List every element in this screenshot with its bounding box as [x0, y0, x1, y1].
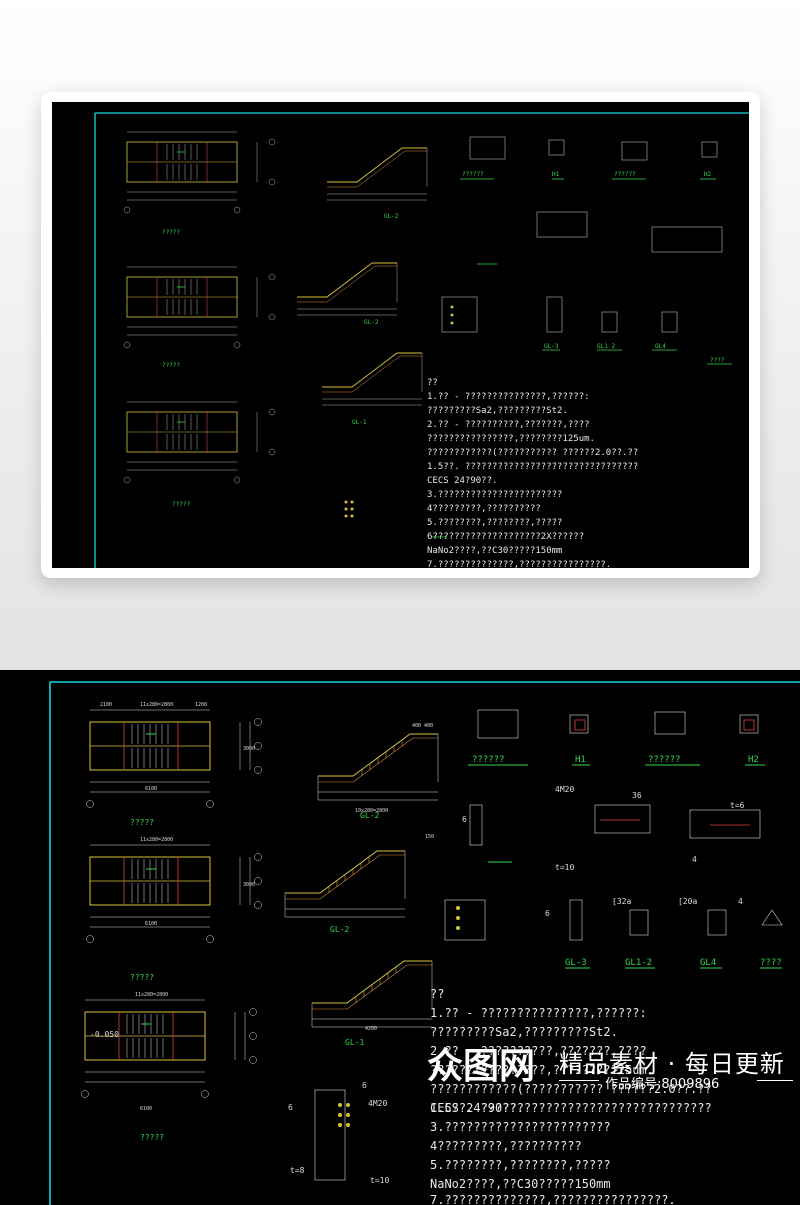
svg-text:6????????????????????2X??????: 6????????????????????2X??????: [427, 532, 584, 542]
dim-label: 3000: [243, 746, 255, 752]
bolt-label: 4M20: [555, 785, 574, 794]
svg-text:4?????????,??????????: 4?????????,??????????: [427, 504, 541, 514]
detail-outline: [689, 809, 761, 839]
detail-title: H2: [748, 755, 759, 765]
stair-plan-2: [86, 844, 262, 943]
dim-label: 6100: [145, 921, 157, 927]
svg-text:?????: ?????: [162, 229, 180, 236]
svg-text:2.?? - ??????????,???????,????: 2.?? - ??????????,???????,????: [427, 420, 590, 430]
dim-label: 11x280=2800: [135, 992, 168, 998]
detail-outline: [444, 899, 486, 941]
detail-plate: [743, 719, 755, 731]
weld-label: 36: [632, 791, 642, 800]
dim-label: 11x280=2800: [140, 702, 173, 708]
detail-title: GL4: [700, 958, 716, 968]
detail-title: ????: [760, 958, 782, 968]
stair-section-2: [284, 850, 406, 918]
svg-text:GL-2: GL-2: [384, 213, 399, 220]
detail-title: ??????: [648, 755, 681, 765]
svg-text:?????????Sa2,?????????St2.: ?????????Sa2,?????????St2.: [427, 406, 568, 416]
detail-outline: [477, 709, 519, 739]
plan-title-2: ?????: [130, 973, 154, 982]
note-line: ?????????Sa2,?????????St2.: [430, 1025, 618, 1039]
svg-text:CECS 24?90??.: CECS 24?90??.: [427, 476, 497, 486]
dim-label: 6100: [145, 786, 157, 792]
detail-title: GL1-2: [625, 958, 652, 968]
detail-outline: [707, 909, 727, 936]
weld-label: 6: [462, 815, 467, 824]
svg-text:????: ????: [710, 357, 725, 364]
dim-label: 4200: [365, 1026, 377, 1032]
svg-text:NaNo2????,??C30?????150mm: NaNo2????,??C30?????150mm: [427, 546, 562, 556]
weld-label: 4: [738, 897, 743, 906]
svg-text:??: ??: [427, 378, 438, 388]
preview-drawing: ????? ????? ????? GL-2 GL-2 GL-1 ?????? …: [52, 102, 749, 568]
svg-text:H1: H1: [552, 171, 560, 178]
note-line: 4?????????,??????????: [430, 1139, 582, 1153]
note-line: CECS 24?90??.: [430, 1101, 524, 1115]
stair-plan-1: [86, 709, 262, 808]
section-title-2: GL-2: [330, 925, 349, 934]
svg-text:7.??????????????,?????????????: 7.??????????????,????????????????.: [427, 560, 611, 568]
notes-lower: CECS 24?90??. 3.??????????????????????? …: [430, 1101, 676, 1205]
svg-text:????????????????,????????125um: ????????????????,????????125um.: [427, 434, 595, 444]
dim-label: 10x280=2800: [355, 808, 388, 814]
channel-label: [20a: [678, 897, 697, 906]
svg-text:1.5??. ???????????????????????: 1.5??. ????????????????????????????????: [427, 462, 638, 472]
svg-text:?????: ?????: [162, 362, 180, 369]
dim-label: 11x280=2800: [140, 837, 173, 843]
svg-text:??????: ??????: [462, 171, 484, 178]
detail-outline: [629, 909, 649, 936]
detail-outline: [761, 909, 783, 926]
preview-card: ????? ????? ????? GL-2 GL-2 GL-1 ?????? …: [41, 92, 760, 578]
preview-cad-canvas: ????? ????? ????? GL-2 GL-2 GL-1 ?????? …: [94, 112, 749, 568]
svg-text:GL-3: GL-3: [544, 343, 559, 350]
dim-label: 150: [425, 834, 434, 840]
weld-label: 4: [692, 855, 697, 864]
svg-text:3.???????????????????????: 3.???????????????????????: [427, 490, 562, 500]
thickness-label: t=10: [555, 863, 574, 872]
svg-text:GL1-2: GL1-2: [597, 343, 615, 350]
elevation-label: -0.050: [90, 1030, 119, 1039]
stair-section-3: [311, 960, 433, 1028]
note-line: 1.?? - ???????????????,??????:: [430, 1006, 647, 1020]
detail-outline: [469, 804, 483, 846]
svg-text:GL-1: GL-1: [352, 419, 367, 426]
detail-title: ??????: [472, 755, 505, 765]
dim-label: 2100: [100, 702, 112, 708]
detail-outline: [654, 711, 686, 735]
bolt-mark: [456, 906, 460, 910]
dim-label: 3000: [243, 882, 255, 888]
svg-text:1.?? - ???????????????,??????:: 1.?? - ???????????????,??????:: [427, 392, 590, 402]
detail-outline: [569, 899, 583, 941]
dim-label: 400 400: [412, 723, 433, 729]
note-line: 7.??????????????,????????????????.: [430, 1193, 676, 1205]
detail-outline: [594, 804, 651, 834]
detail-plate: [574, 719, 586, 731]
weld-label: 6: [545, 909, 550, 918]
svg-text:H2: H2: [704, 171, 712, 178]
plan-title-1: ?????: [130, 818, 154, 827]
svg-text:GL-2: GL-2: [364, 319, 379, 326]
note-line: 3.???????????????????????: [430, 1120, 611, 1134]
notes-heading: ??: [430, 987, 444, 1001]
detail-title: H1: [575, 755, 586, 765]
thickness-label: t=6: [730, 801, 745, 810]
svg-text:GL4: GL4: [655, 343, 666, 350]
detail-title: GL-3: [565, 958, 587, 968]
stair-section-1: [317, 733, 439, 801]
note-line: NaNo2????,??C30?????150mm: [430, 1177, 611, 1191]
note-line: 5.????????,????????,?????: [430, 1158, 611, 1172]
bolt-mark: [456, 926, 460, 930]
bolt-mark: [456, 916, 460, 920]
svg-text:5.????????,????????,?????: 5.????????,????????,?????: [427, 518, 562, 528]
svg-text:?????: ?????: [172, 501, 190, 508]
section-title-3: GL-1: [345, 1038, 364, 1047]
svg-text:??????: ??????: [614, 171, 636, 178]
svg-text:????????????(??????????? ?: ????????????(??????????? ??????2.0??.??: [427, 448, 638, 458]
dim-label: 1200: [195, 702, 207, 708]
channel-label: [32a: [612, 897, 631, 906]
